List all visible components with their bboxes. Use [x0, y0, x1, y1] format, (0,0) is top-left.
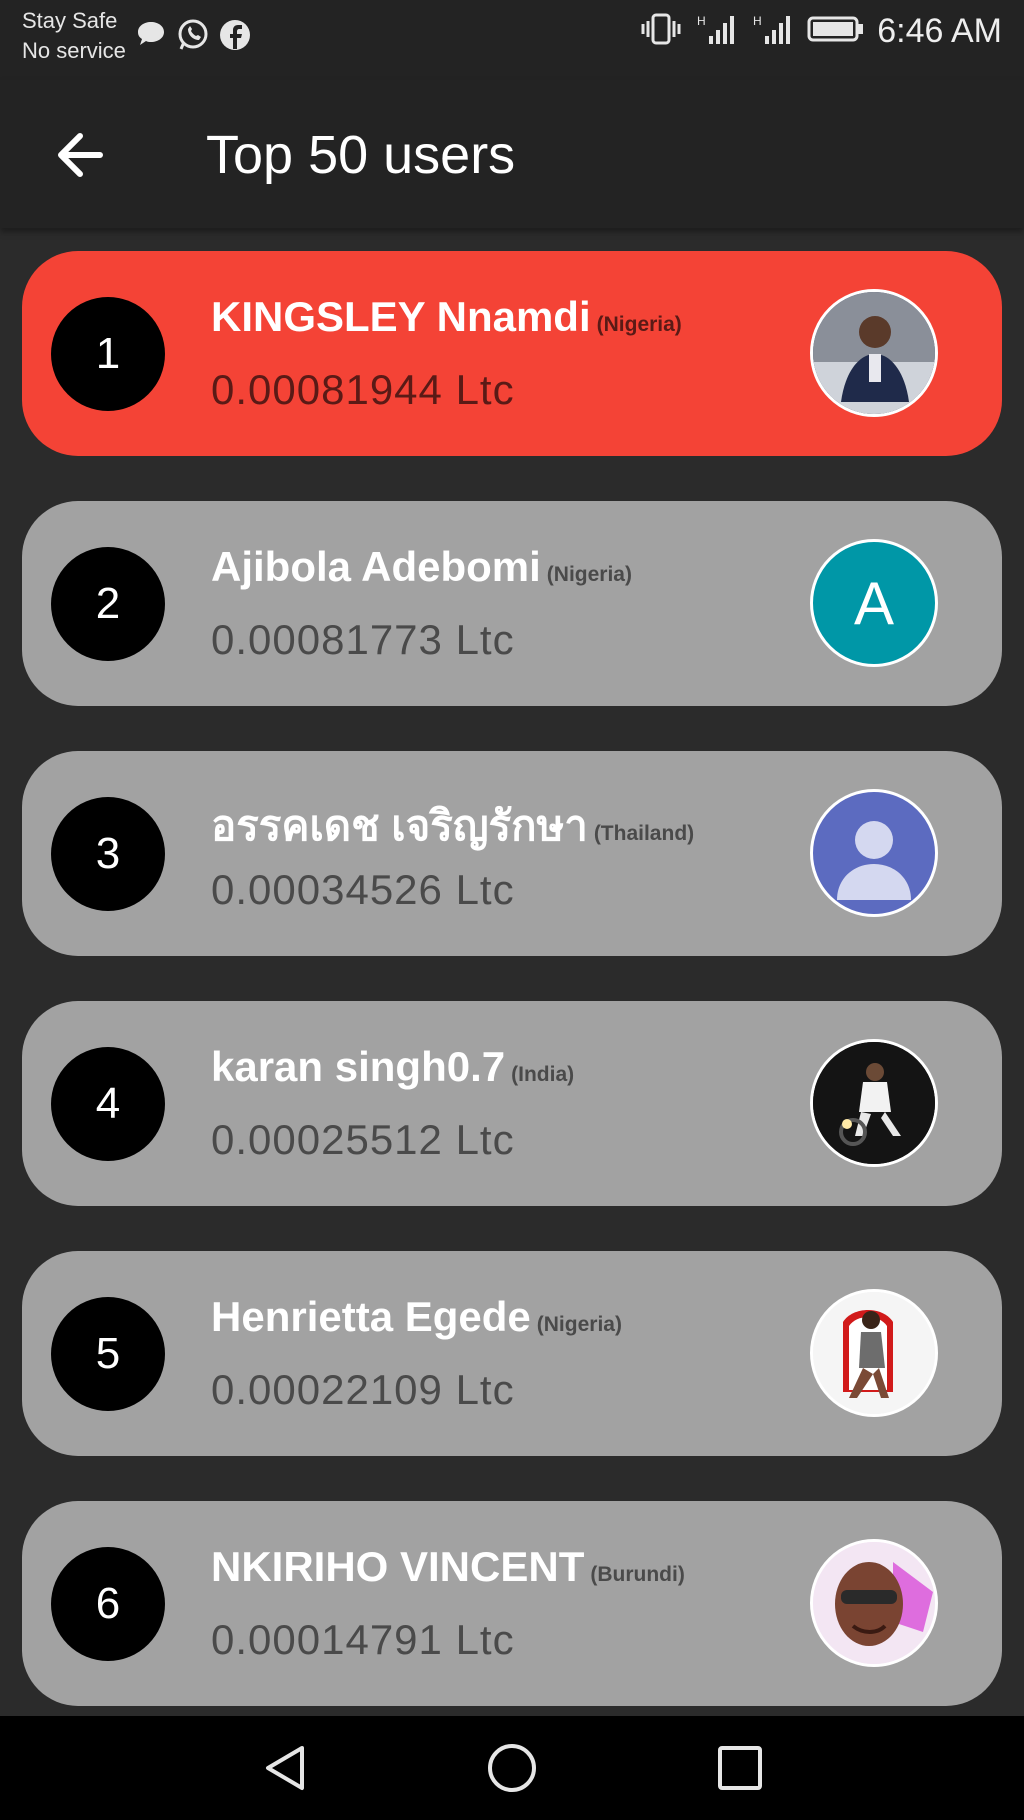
clock: 6:46 AM [877, 12, 1002, 50]
whatsapp-icon [176, 18, 210, 52]
arrow-left-icon [58, 133, 103, 177]
user-name: NKIRIHO VINCENT [211, 1543, 585, 1590]
user-amount: 0.00081944 Ltc [211, 366, 515, 413]
list-item[interactable]: 4 karan singh0.7 (India) 0.00025512 Ltc [22, 1001, 1002, 1206]
rank-badge: 6 [51, 1547, 165, 1661]
user-country: (Nigeria) [536, 1313, 622, 1336]
navigation-bar [0, 1716, 1024, 1820]
user-name: Henrietta Egede [211, 1293, 531, 1340]
avatar[interactable]: A [810, 539, 938, 667]
user-country: (Nigeria) [546, 563, 632, 586]
user-amount: 0.00014791 Ltc [211, 1616, 515, 1663]
recents-square-icon [718, 1746, 762, 1790]
svg-text:H: H [753, 14, 762, 28]
svg-text:H: H [697, 14, 706, 28]
avatar-photo [813, 1042, 935, 1164]
user-name-line: Henrietta Egede (Nigeria) [211, 1293, 622, 1341]
list-item[interactable]: 5 Henrietta Egede (Nigeria) 0.00022109 Lt… [22, 1251, 1002, 1456]
app-bar: Top 50 users [0, 80, 1024, 228]
list-item[interactable]: 6 NKIRIHO VINCENT (Burundi) 0.00014791 Lt… [22, 1501, 1002, 1706]
avatar[interactable] [810, 1539, 938, 1667]
rank-badge: 2 [51, 547, 165, 661]
carrier-line-2: No service [22, 38, 126, 63]
user-amount: 0.00025512 Ltc [211, 1116, 515, 1163]
list-item[interactable]: 1 KINGSLEY Nnamdi (Nigeria) 0.00081944 Lt… [22, 251, 1002, 456]
list-item[interactable]: 2 Ajibola Adebomi (Nigeria) 0.00081773 Lt… [22, 501, 1002, 706]
avatar[interactable] [810, 1039, 938, 1167]
rank-badge: 4 [51, 1047, 165, 1161]
avatar-photo [813, 1292, 935, 1414]
user-name: KINGSLEY Nnamdi [211, 293, 591, 340]
user-name-line: KINGSLEY Nnamdi (Nigeria) [211, 293, 682, 341]
avatar-photo [813, 292, 935, 414]
carrier-info: Stay Safe No service [22, 6, 126, 66]
nav-recents-button[interactable] [712, 1740, 768, 1796]
rank-badge: 5 [51, 1297, 165, 1411]
user-name-line: karan singh0.7 (India) [211, 1043, 574, 1091]
avatar[interactable] [810, 789, 938, 917]
user-amount: 0.00022109 Ltc [211, 1366, 515, 1413]
carrier-line-1: Stay Safe [22, 8, 118, 33]
home-circle-icon [488, 1744, 536, 1792]
signal-h-icon: H [695, 12, 739, 51]
list-item[interactable]: 3 อรรคเดช เจริญรักษา (Thailand) 0.0003452… [22, 751, 1002, 956]
user-name: Ajibola Adebomi [211, 543, 541, 590]
back-button[interactable] [48, 120, 118, 190]
user-name: karan singh0.7 [211, 1043, 506, 1090]
signal-h-icon: H [751, 12, 795, 51]
battery-icon [807, 12, 865, 51]
nav-back-button[interactable] [258, 1740, 314, 1796]
avatar[interactable] [810, 289, 938, 417]
notification-icons [134, 18, 252, 52]
user-country: (Nigeria) [596, 313, 682, 336]
status-bar: Stay Safe No service H H 6:46 AM [0, 0, 1024, 80]
user-amount: 0.00034526 Ltc [211, 866, 515, 913]
default-person-icon [837, 821, 911, 900]
back-triangle-icon [266, 1746, 304, 1790]
user-name-line: NKIRIHO VINCENT (Burundi) [211, 1543, 685, 1591]
nav-home-button[interactable] [484, 1740, 540, 1796]
user-name-line: Ajibola Adebomi (Nigeria) [211, 543, 632, 591]
avatar-letter: A [853, 569, 895, 637]
rank-badge: 3 [51, 797, 165, 911]
avatar-photo [813, 1542, 935, 1664]
user-country: (Burundi) [590, 1563, 685, 1586]
page-title: Top 50 users [206, 125, 516, 185]
rank-badge: 1 [51, 297, 165, 411]
user-name-line: อรรคเดช เจริญรักษา (Thailand) [211, 793, 694, 859]
user-name: อรรคเดช เจริญรักษา [211, 802, 588, 849]
system-icons: H H 6:46 AM [639, 12, 1002, 51]
chat-bubble-icon [134, 18, 168, 52]
user-amount: 0.00081773 Ltc [211, 616, 515, 663]
user-country: (India) [511, 1063, 575, 1086]
avatar[interactable] [810, 1289, 938, 1417]
facebook-icon [218, 18, 252, 52]
user-country: (Thailand) [593, 822, 695, 845]
vibrate-icon [639, 12, 683, 51]
